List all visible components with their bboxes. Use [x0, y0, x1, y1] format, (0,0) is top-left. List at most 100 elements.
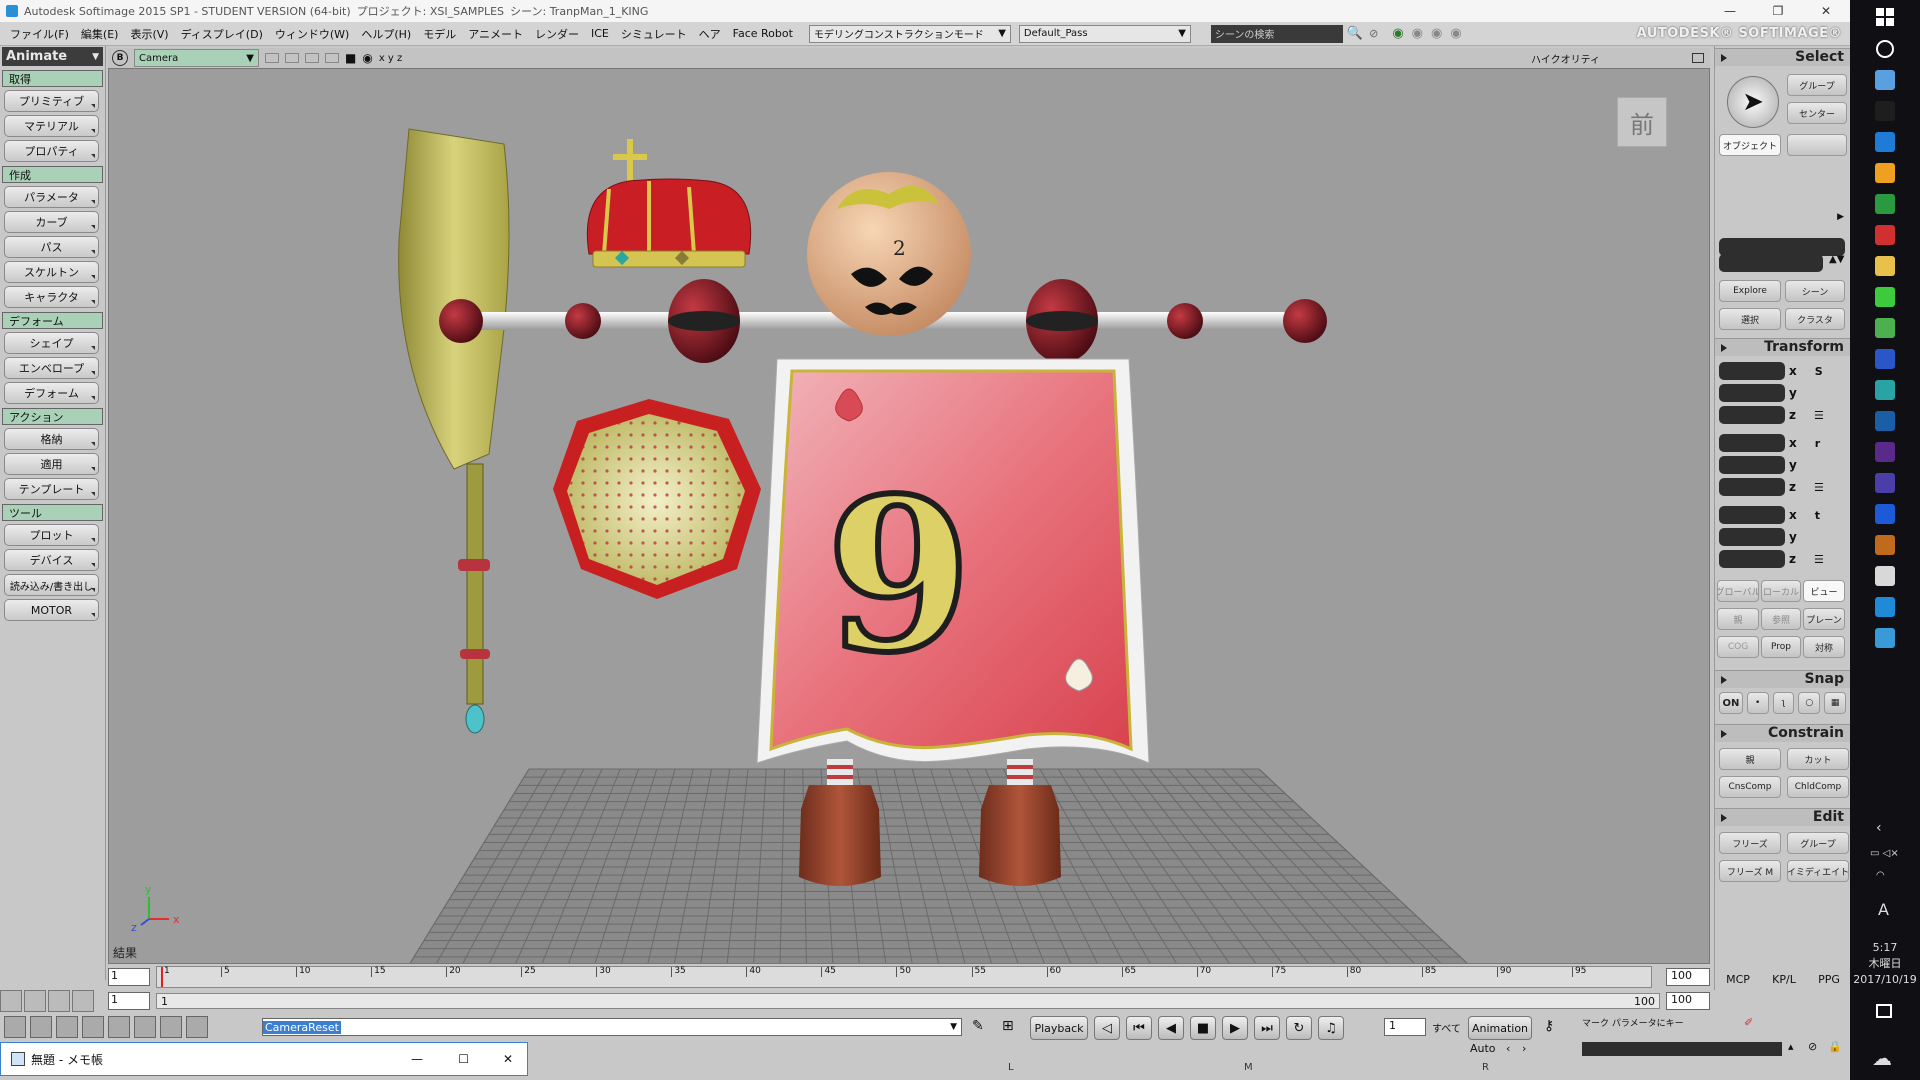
wifi-icon[interactable]: ◠	[1876, 870, 1885, 881]
taskbar-app-icon[interactable]	[1875, 411, 1895, 431]
camera-icon[interactable]: ■	[345, 51, 356, 65]
tab-ppg[interactable]: PPG	[1818, 973, 1840, 986]
scale-y-field[interactable]	[1719, 384, 1785, 402]
section-get[interactable]: 取得	[2, 70, 103, 87]
notepad-window[interactable]: 無題 - メモ帳 — ☐ ✕	[0, 1042, 528, 1076]
layout-icon-2[interactable]	[30, 1016, 52, 1038]
translate-menu-icon[interactable]: ☰	[1814, 553, 1824, 566]
snap-curve-icon[interactable]: ʅ	[1772, 692, 1795, 714]
close-button[interactable]: ✕	[1802, 0, 1850, 22]
edit-group-button[interactable]: グループ	[1787, 832, 1849, 854]
layout-icon-4[interactable]	[82, 1016, 104, 1038]
constrain-parent-button[interactable]: 親	[1719, 748, 1781, 770]
layout-icon-6[interactable]	[134, 1016, 156, 1038]
constrain-cut-button[interactable]: カット	[1787, 748, 1849, 770]
stop-icon[interactable]: ■	[1190, 1016, 1216, 1040]
scale-x-field[interactable]	[1719, 362, 1785, 380]
import-export-button[interactable]: 読み込み/書き出し	[4, 574, 99, 596]
paint-tool-icon[interactable]	[24, 990, 46, 1012]
view-button[interactable]: ビュー	[1803, 580, 1845, 602]
menu-animate[interactable]: アニメート	[462, 26, 529, 42]
taskbar-app-icon[interactable]	[1875, 442, 1895, 462]
plane-button[interactable]: プレーン	[1803, 608, 1845, 630]
menu-file[interactable]: ファイル(F)	[4, 26, 75, 42]
audio-icon[interactable]: ♫	[1318, 1016, 1344, 1040]
menu-render[interactable]: レンダー	[529, 26, 585, 42]
lock-icon[interactable]: 🔒	[1828, 1040, 1842, 1053]
edit-header[interactable]: Edit	[1715, 808, 1850, 826]
cluster-button[interactable]: クラスタ	[1785, 308, 1845, 330]
menu-face-robot[interactable]: Face Robot	[727, 27, 799, 40]
select-tool-icon[interactable]	[0, 990, 22, 1012]
layout-icon-1[interactable]	[4, 1016, 26, 1038]
view-letter-badge[interactable]: B	[112, 50, 128, 66]
cnscomp-button[interactable]: CnsComp	[1719, 776, 1781, 798]
taskbar-app-icon[interactable]	[1875, 256, 1895, 276]
property-button[interactable]: プロパティ	[4, 140, 99, 162]
mark-clear-icon[interactable]: ⊘	[1808, 1040, 1817, 1053]
ime-indicator[interactable]: A	[1878, 900, 1889, 919]
frame-step-field[interactable]: 1	[1384, 1018, 1426, 1036]
taskbar-app-icon[interactable]	[1875, 101, 1895, 121]
scale-icon[interactable]: S	[1815, 365, 1823, 378]
freeze-button[interactable]: フリーズ	[1719, 832, 1781, 854]
auto-key-label[interactable]: Auto	[1470, 1042, 1496, 1055]
layout-tool-icon[interactable]	[72, 990, 94, 1012]
taskbar-app-icon[interactable]	[1875, 163, 1895, 183]
play-backward-icon[interactable]: ◀	[1158, 1016, 1184, 1040]
taskbar-app-icon[interactable]	[1875, 473, 1895, 493]
taskbar-app-icon[interactable]	[1875, 566, 1895, 586]
front-view-badge[interactable]: 前	[1617, 97, 1667, 147]
freeze-m-button[interactable]: フリーズ M	[1719, 860, 1781, 882]
plot-button[interactable]: プロット	[4, 524, 99, 546]
render-icon-3[interactable]: ◉	[1431, 26, 1442, 41]
menu-hair[interactable]: ヘア	[693, 26, 727, 42]
cog-button[interactable]: COG	[1717, 636, 1759, 658]
windows-start-icon[interactable]	[1876, 8, 1894, 26]
skeleton-button[interactable]: スケルトン	[4, 261, 99, 283]
taskbar-app-icon[interactable]	[1875, 504, 1895, 524]
select-name-field[interactable]	[1719, 254, 1823, 272]
all-label[interactable]: すべて	[1432, 1020, 1461, 1035]
view-option-icon-2[interactable]	[285, 53, 299, 63]
curve-button[interactable]: カーブ	[4, 211, 99, 233]
select-header[interactable]: Select	[1715, 48, 1850, 66]
apply-button[interactable]: 適用	[4, 453, 99, 475]
clear-search-icon[interactable]: ⊘	[1369, 27, 1378, 40]
axes-label[interactable]: x y z	[379, 53, 402, 64]
current-frame-field[interactable]: 1	[108, 992, 150, 1010]
scene-search-input[interactable]: シーンの検索	[1210, 24, 1343, 43]
layout-icon-8[interactable]	[186, 1016, 208, 1038]
envelope-button[interactable]: エンベロープ	[4, 357, 99, 379]
primitive-button[interactable]: プリミティブ	[4, 90, 99, 112]
translate-icon[interactable]: t	[1815, 509, 1820, 522]
render-icon-4[interactable]: ◉	[1450, 26, 1461, 41]
menu-window[interactable]: ウィンドウ(W)	[269, 26, 355, 42]
key-icon[interactable]: ⚷	[1544, 1018, 1554, 1034]
snap-circle-icon[interactable]: ○	[1798, 692, 1821, 714]
first-frame-icon[interactable]: ⏮	[1126, 1016, 1152, 1040]
explore-button[interactable]: Explore	[1719, 280, 1781, 302]
timeline[interactable]: 1 1 5 10 15 20 25 30 35 40 45 50 55 60 65 70 75 80 85 90 95…	[108, 966, 1710, 988]
render-tool-icon[interactable]	[48, 990, 70, 1012]
section-create[interactable]: 作成	[2, 166, 103, 183]
transform-header[interactable]: Transform	[1715, 338, 1850, 356]
select-dropdown-arrow-icon[interactable]: ▶	[1837, 212, 1844, 222]
notepad-maximize-button[interactable]: ☐	[458, 1052, 469, 1066]
script-icon[interactable]: ✎	[972, 1018, 984, 1034]
store-button[interactable]: 格納	[4, 428, 99, 450]
timeline-ruler[interactable]: 1 5 10 15 20 25 30 35 40 45 50 55 60 65 70 75 80 85 90 95	[156, 966, 1652, 988]
view-option-icon-4[interactable]	[325, 53, 339, 63]
notepad-close-button[interactable]: ✕	[503, 1052, 513, 1066]
cloud-icon[interactable]: ☁	[1872, 1046, 1892, 1070]
constrain-header[interactable]: Constrain	[1715, 724, 1850, 742]
path-button[interactable]: パス	[4, 236, 99, 258]
translate-x-field[interactable]	[1719, 506, 1785, 524]
cortana-icon[interactable]	[1876, 40, 1894, 58]
symmetry-button[interactable]: 対称	[1803, 636, 1845, 658]
scene-button[interactable]: シーン	[1785, 280, 1845, 302]
camera-dropdown[interactable]: Camera ▼	[134, 49, 259, 67]
taskbar-chevron-icon[interactable]: ‹	[1876, 820, 1882, 836]
notification-icon[interactable]	[1876, 1004, 1892, 1018]
eye-icon[interactable]: ◉	[362, 51, 372, 65]
